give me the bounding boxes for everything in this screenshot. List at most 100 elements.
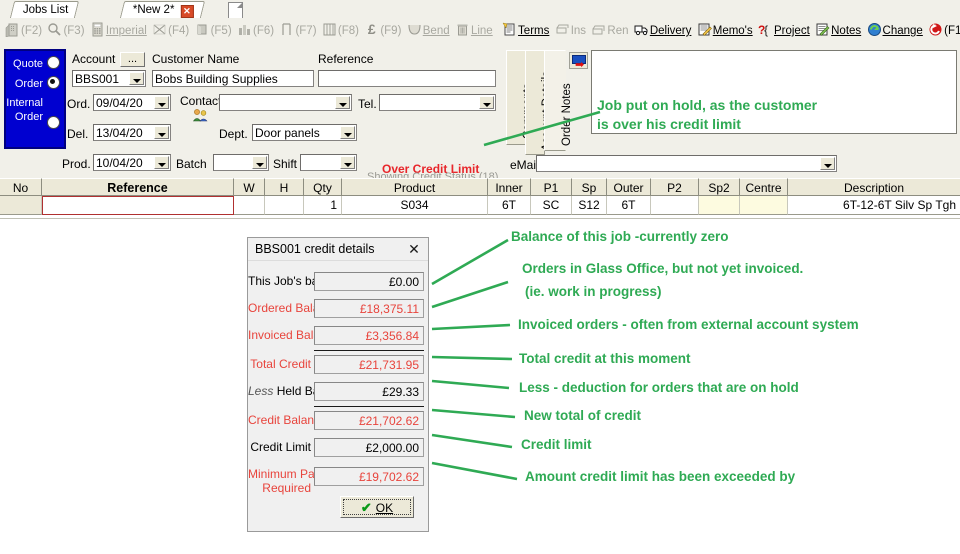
grid-cell-qty[interactable]: 1 bbox=[304, 196, 342, 215]
grid-cell-sp[interactable]: S12 bbox=[572, 196, 607, 215]
account-browse-button[interactable]: ... bbox=[120, 52, 145, 67]
toolbar-button-f10[interactable]: (F10) bbox=[927, 18, 960, 44]
toolbar-button-f7[interactable]: (F7) bbox=[278, 18, 317, 44]
dialog-label-minimum-payment-line2: Required bbox=[262, 481, 311, 495]
toolbar-button-imperial[interactable]: Imperial bbox=[89, 18, 148, 44]
grid-header-no[interactable]: No bbox=[0, 178, 42, 196]
order-type-option-quote[interactable]: Quote bbox=[13, 56, 60, 70]
grid-header-sp[interactable]: Sp bbox=[572, 178, 607, 196]
order-type-option-internal-order[interactable]: Internal Order bbox=[6, 96, 60, 129]
toolbar-button-f9[interactable]: £ (F9) bbox=[363, 18, 402, 44]
toolbar-button-delivery[interactable]: Delivery bbox=[633, 18, 693, 44]
grid-cell-p2[interactable] bbox=[651, 196, 699, 215]
chevron-down-icon[interactable] bbox=[252, 156, 267, 169]
toolbar-button-memos[interactable]: Memo's bbox=[696, 18, 754, 44]
prod-date-input[interactable]: 10/04/20 bbox=[93, 154, 171, 171]
toolbar-button-f3[interactable]: (F3) bbox=[46, 18, 85, 44]
grid-cell-product[interactable]: S034 bbox=[342, 196, 488, 215]
chevron-down-icon[interactable] bbox=[129, 72, 144, 85]
account-input[interactable]: BBS001 bbox=[72, 70, 146, 87]
grid-header-outer[interactable]: Outer bbox=[607, 178, 651, 196]
chevron-down-icon[interactable] bbox=[154, 96, 169, 109]
chevron-down-icon[interactable] bbox=[479, 96, 494, 109]
toolbar-button-ren[interactable]: Ren bbox=[590, 18, 629, 44]
dialog-value-this-job-balance: £0.00 bbox=[314, 272, 424, 291]
grid-cell-centre[interactable] bbox=[740, 196, 788, 215]
grid-cell-w[interactable] bbox=[234, 196, 265, 215]
change-icon bbox=[867, 22, 882, 37]
toolbar-button-f8[interactable]: (F8) bbox=[321, 18, 360, 44]
toolbar-button-line[interactable]: Line bbox=[454, 18, 494, 44]
toolbar-button-terms[interactable]: Terms bbox=[501, 18, 550, 44]
grid-cell-p1[interactable]: SC bbox=[531, 196, 572, 215]
radio-order[interactable] bbox=[47, 76, 60, 89]
grid-header-inner[interactable]: Inner bbox=[488, 178, 531, 196]
grid-header-qty[interactable]: Qty bbox=[304, 178, 342, 196]
del-date-input[interactable]: 13/04/20 bbox=[93, 124, 171, 141]
grid-header-centre[interactable]: Centre bbox=[740, 178, 788, 196]
annotation-job-on-hold: Job put on hold, as the customer is over… bbox=[597, 96, 817, 134]
del-date-value: 13/04/20 bbox=[96, 126, 143, 140]
chevron-down-icon[interactable] bbox=[335, 96, 350, 109]
dialog-title-bar: BBS001 credit details bbox=[248, 238, 428, 261]
tel-input[interactable] bbox=[379, 94, 496, 111]
grid-cell-inner[interactable]: 6T bbox=[488, 196, 531, 215]
email-input[interactable] bbox=[536, 155, 837, 172]
toolbar-button-f6[interactable]: (F6) bbox=[236, 18, 275, 44]
dept-value: Door panels bbox=[255, 126, 320, 140]
grid-header-h[interactable]: H bbox=[265, 178, 304, 196]
chevron-down-icon[interactable] bbox=[340, 126, 355, 139]
order-type-option-order[interactable]: Order bbox=[15, 76, 60, 90]
order-lines-grid: No Reference W H Qty Product Inner P1 Sp… bbox=[0, 178, 960, 219]
dept-input[interactable]: Door panels bbox=[252, 124, 357, 141]
grid-header-reference[interactable]: Reference bbox=[42, 178, 234, 196]
toolbar-button-f4[interactable]: (F4) bbox=[151, 18, 190, 44]
chevron-down-icon[interactable] bbox=[340, 156, 355, 169]
radio-internal-order[interactable] bbox=[47, 115, 60, 129]
chevron-down-icon[interactable] bbox=[154, 156, 169, 169]
close-icon[interactable]: ✕ bbox=[180, 5, 194, 18]
toolbar-button-bend[interactable]: Bend bbox=[406, 18, 451, 44]
customer-name-input[interactable]: Bobs Building Supplies bbox=[152, 70, 314, 87]
grid-header-p2[interactable]: P2 bbox=[651, 178, 699, 196]
batch-input[interactable] bbox=[213, 154, 269, 171]
tab-comments[interactable]: Comments bbox=[506, 50, 534, 145]
new-document-icon[interactable] bbox=[228, 2, 243, 19]
order-type-label-order: Order bbox=[14, 78, 43, 90]
grid-cell-description[interactable]: 6T-12-6T Silv Sp Tgh bbox=[788, 196, 960, 215]
shift-input[interactable] bbox=[300, 154, 357, 171]
ok-button[interactable]: ✔ OK bbox=[340, 496, 414, 518]
annotation-job-on-hold-line1: Job put on hold, as the customer bbox=[597, 97, 818, 113]
toolbar-button-f2[interactable]: (F2) bbox=[4, 18, 43, 44]
grid-cell-reference[interactable] bbox=[42, 196, 234, 215]
grid-header-sp2[interactable]: Sp2 bbox=[699, 178, 740, 196]
toolbar-button-f5[interactable]: (F5) bbox=[194, 18, 233, 44]
tab-new-2[interactable]: *New 2* ✕ bbox=[119, 1, 205, 18]
radio-quote[interactable] bbox=[47, 56, 60, 69]
grid-header-description[interactable]: Description bbox=[788, 178, 960, 196]
grid-cell-sp2[interactable] bbox=[699, 196, 740, 215]
toolbar-label-notes: Notes bbox=[831, 25, 862, 37]
ord-date-input[interactable]: 09/04/20 bbox=[93, 94, 171, 111]
close-icon[interactable]: ✕ bbox=[406, 241, 422, 257]
grid-cell-outer[interactable]: 6T bbox=[607, 196, 651, 215]
grid-cell-no[interactable] bbox=[0, 196, 42, 215]
grid-header-product[interactable]: Product bbox=[342, 178, 488, 196]
toolbar-button-change[interactable]: Change bbox=[866, 18, 924, 44]
grid-header-w[interactable]: W bbox=[234, 178, 265, 196]
notes-shortcut-icon[interactable]: ➡ bbox=[569, 52, 588, 71]
chevron-down-icon[interactable] bbox=[820, 157, 835, 170]
grid-cell-h[interactable] bbox=[265, 196, 304, 215]
contact-input[interactable] bbox=[219, 94, 352, 111]
toolbar-button-notes[interactable]: Notes bbox=[814, 18, 862, 44]
del-date-label: Del. bbox=[67, 127, 89, 141]
reference-input[interactable] bbox=[318, 70, 496, 87]
toolbar-button-project[interactable]: ?{ Project bbox=[757, 18, 811, 44]
tab-account-details[interactable]: Account Details bbox=[525, 50, 553, 155]
order-type-selector: Quote Order Internal Order bbox=[4, 49, 66, 149]
toolbar-button-ins[interactable]: Ins bbox=[554, 18, 587, 44]
tab-order-notes[interactable]: Order Notes bbox=[544, 50, 573, 151]
grid-header-p1[interactable]: P1 bbox=[531, 178, 572, 196]
tab-jobs-list[interactable]: Jobs List bbox=[9, 1, 80, 18]
chevron-down-icon[interactable] bbox=[154, 126, 169, 139]
